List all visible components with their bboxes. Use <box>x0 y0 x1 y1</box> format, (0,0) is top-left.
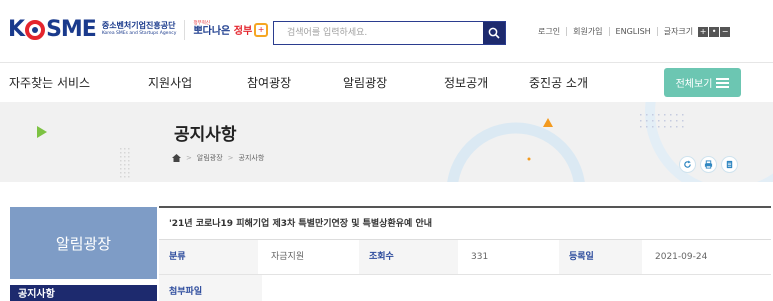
print-button[interactable] <box>700 156 717 173</box>
font-increase-button[interactable]: + <box>698 26 709 37</box>
signup-link[interactable]: 회원가입 <box>573 26 602 37</box>
attachment-label: 첨부파일 <box>159 275 262 301</box>
search-input[interactable] <box>274 22 483 44</box>
category-label: 분류 <box>159 240 258 274</box>
util-divider <box>566 27 568 36</box>
breadcrumb: > 알림광장 > 공지사항 <box>172 153 264 163</box>
util-divider <box>608 27 610 36</box>
site-header: K SME 중소벤처기업진흥공단 Korea SMEs and Startups… <box>0 0 773 62</box>
print-icon <box>704 160 713 169</box>
sidebar-item-notices[interactable]: 공지사항 <box>10 285 157 301</box>
gov-innovation-logo: 정부혁신 뽀다나은 정부 <box>193 21 253 37</box>
refresh-icon <box>684 160 691 168</box>
search-icon <box>488 27 500 39</box>
font-size-label: 글자크기 <box>663 27 694 36</box>
nav-notices[interactable]: 알림광장 <box>343 74 387 91</box>
refresh-button[interactable] <box>679 156 696 173</box>
font-size-controls: + • − <box>697 26 731 37</box>
nav-support-programs[interactable]: 지원사업 <box>148 74 192 91</box>
views-value: 331 <box>471 252 489 262</box>
sidebar-heading: 알림광장 <box>10 207 157 279</box>
breadcrumb-separator: > <box>227 154 234 162</box>
main-nav: 자주찾는 서비스 지원사업 참여광장 알림광장 정보공개 중진공 소개 전체보기 <box>0 62 773 102</box>
notice-attachment-row: 첨부파일 <box>159 275 771 301</box>
page-title: 공지사항 <box>174 125 237 145</box>
logo-divider <box>184 19 186 40</box>
gov-plus-icon: + <box>254 22 269 37</box>
notice-detail: '21년 코로나19 피해기업 제3차 특별만기연장 및 특별상환유예 안내 분… <box>159 206 771 301</box>
nav-disclosure[interactable]: 정보공개 <box>444 74 488 91</box>
views-label: 조회수 <box>359 240 458 274</box>
breadcrumb-separator: > <box>186 154 192 162</box>
kosme-logo[interactable]: K SME 중소벤처기업진흥공단 Korea SMEs and Startups… <box>8 17 269 42</box>
breadcrumb-item[interactable]: 알림광장 <box>197 153 223 163</box>
notice-meta-row: 분류 자금지원 조회수 331 등록일 2021-09-24 <box>159 240 771 275</box>
search-button[interactable] <box>483 22 505 44</box>
green-triangle-decoration <box>37 126 47 138</box>
dot-grid-decoration <box>120 148 130 178</box>
banner-decoration <box>37 102 773 182</box>
utility-links: 로그인 회원가입 ENGLISH 글자크기 + • − <box>538 26 731 37</box>
logo-subtitle: 중소벤처기업진흥공단 Korea SMEs and Startups Agenc… <box>101 21 177 37</box>
document-icon <box>726 160 733 169</box>
page-banner: 공지사항 > 알림광장 > 공지사항 <box>0 102 773 182</box>
date-value: 2021-09-24 <box>655 252 708 262</box>
notice-title: '21년 코로나19 피해기업 제3차 특별만기연장 및 특별상환유예 안내 <box>159 206 771 240</box>
logo-o-mark <box>25 19 46 40</box>
font-reset-button[interactable]: • <box>709 26 720 37</box>
view-all-button[interactable]: 전체보기 <box>664 68 741 97</box>
util-divider <box>656 27 658 36</box>
logo-wordmark: K SME <box>8 17 97 42</box>
date-label: 등록일 <box>559 240 642 274</box>
category-value: 자금지원 <box>271 252 305 262</box>
view-all-label: 전체보기 <box>675 79 713 90</box>
home-icon[interactable] <box>172 154 181 162</box>
nav-about[interactable]: 중진공 소개 <box>529 74 588 91</box>
nav-favorite-services[interactable]: 자주찾는 서비스 <box>9 74 90 91</box>
document-button[interactable] <box>721 156 738 173</box>
login-link[interactable]: 로그인 <box>538 26 560 37</box>
hamburger-icon <box>716 77 730 88</box>
breadcrumb-item[interactable]: 공지사항 <box>239 153 265 163</box>
arc-decoration <box>447 122 585 182</box>
english-link[interactable]: ENGLISH <box>616 27 651 36</box>
orange-triangle-decoration <box>543 118 553 127</box>
page-tools <box>675 156 738 173</box>
font-decrease-button[interactable]: − <box>720 26 731 37</box>
search-box <box>273 21 506 45</box>
nav-participation[interactable]: 참여광장 <box>247 74 291 91</box>
orange-dot-decoration <box>527 157 531 161</box>
